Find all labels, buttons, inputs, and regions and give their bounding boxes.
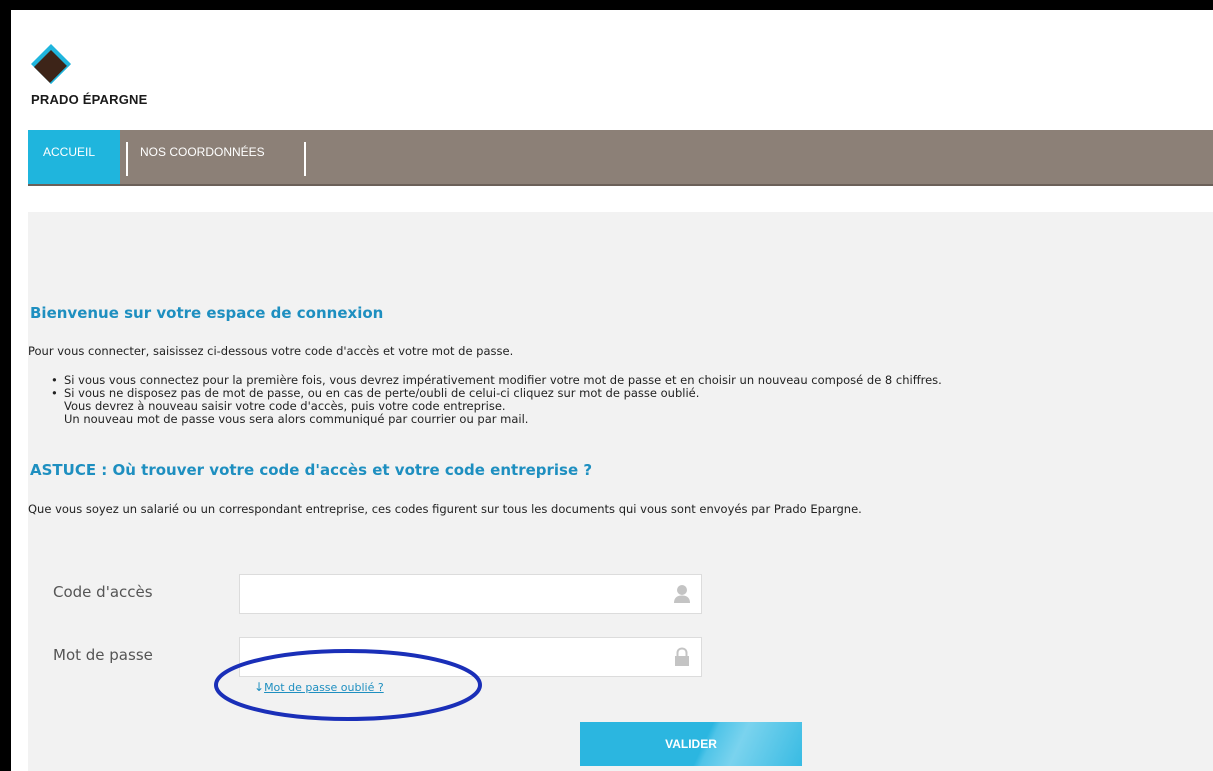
page: PRADO ÉPARGNE ACCUEIL NOS COORDONNÉES Bi… [11, 10, 1213, 771]
bullet-dot: • [51, 386, 58, 400]
nav-item-coordonnees[interactable]: NOS COORDONNÉES [131, 130, 301, 184]
brand-name: PRADO ÉPARGNE [31, 92, 148, 107]
main-nav: ACCUEIL NOS COORDONNÉES [28, 130, 1213, 186]
access-code-label: Code d'accès [53, 583, 153, 601]
intro-text: Pour vous connecter, saisissez ci-dessou… [28, 344, 514, 358]
bullet-continuation: Un nouveau mot de passe vous sera alors … [64, 412, 529, 426]
password-label: Mot de passe [53, 646, 153, 664]
list-item: • Si vous ne disposez pas de mot de pass… [51, 386, 942, 426]
access-code-input[interactable] [246, 575, 670, 613]
astuce-title: ASTUCE : Où trouver votre code d'accès e… [30, 461, 593, 479]
instructions-list: • Si vous vous connectez pour la premièr… [51, 373, 942, 426]
nav-separator [304, 142, 306, 176]
access-code-field [239, 574, 702, 614]
forgot-password-label: Mot de passe oublié ? [264, 681, 384, 694]
submit-button[interactable]: VALIDER [580, 722, 802, 766]
password-field [239, 637, 702, 677]
nav-item-accueil[interactable]: ACCUEIL [28, 130, 120, 184]
down-arrow-icon: ↓ [254, 680, 265, 694]
password-input[interactable] [246, 638, 670, 676]
bullet-text: Si vous ne disposez pas de mot de passe,… [64, 386, 700, 400]
astuce-text: Que vous soyez un salarié ou un correspo… [28, 502, 862, 516]
nav-separator [126, 142, 128, 176]
bullet-text: Si vous vous connectez pour la première … [64, 373, 942, 387]
lock-icon [675, 647, 689, 666]
user-icon [674, 585, 690, 603]
forgot-password-link[interactable]: ↓Mot de passe oublié ? [254, 680, 384, 694]
login-panel: Bienvenue sur votre espace de connexion … [28, 212, 1213, 771]
welcome-title: Bienvenue sur votre espace de connexion [30, 304, 384, 322]
